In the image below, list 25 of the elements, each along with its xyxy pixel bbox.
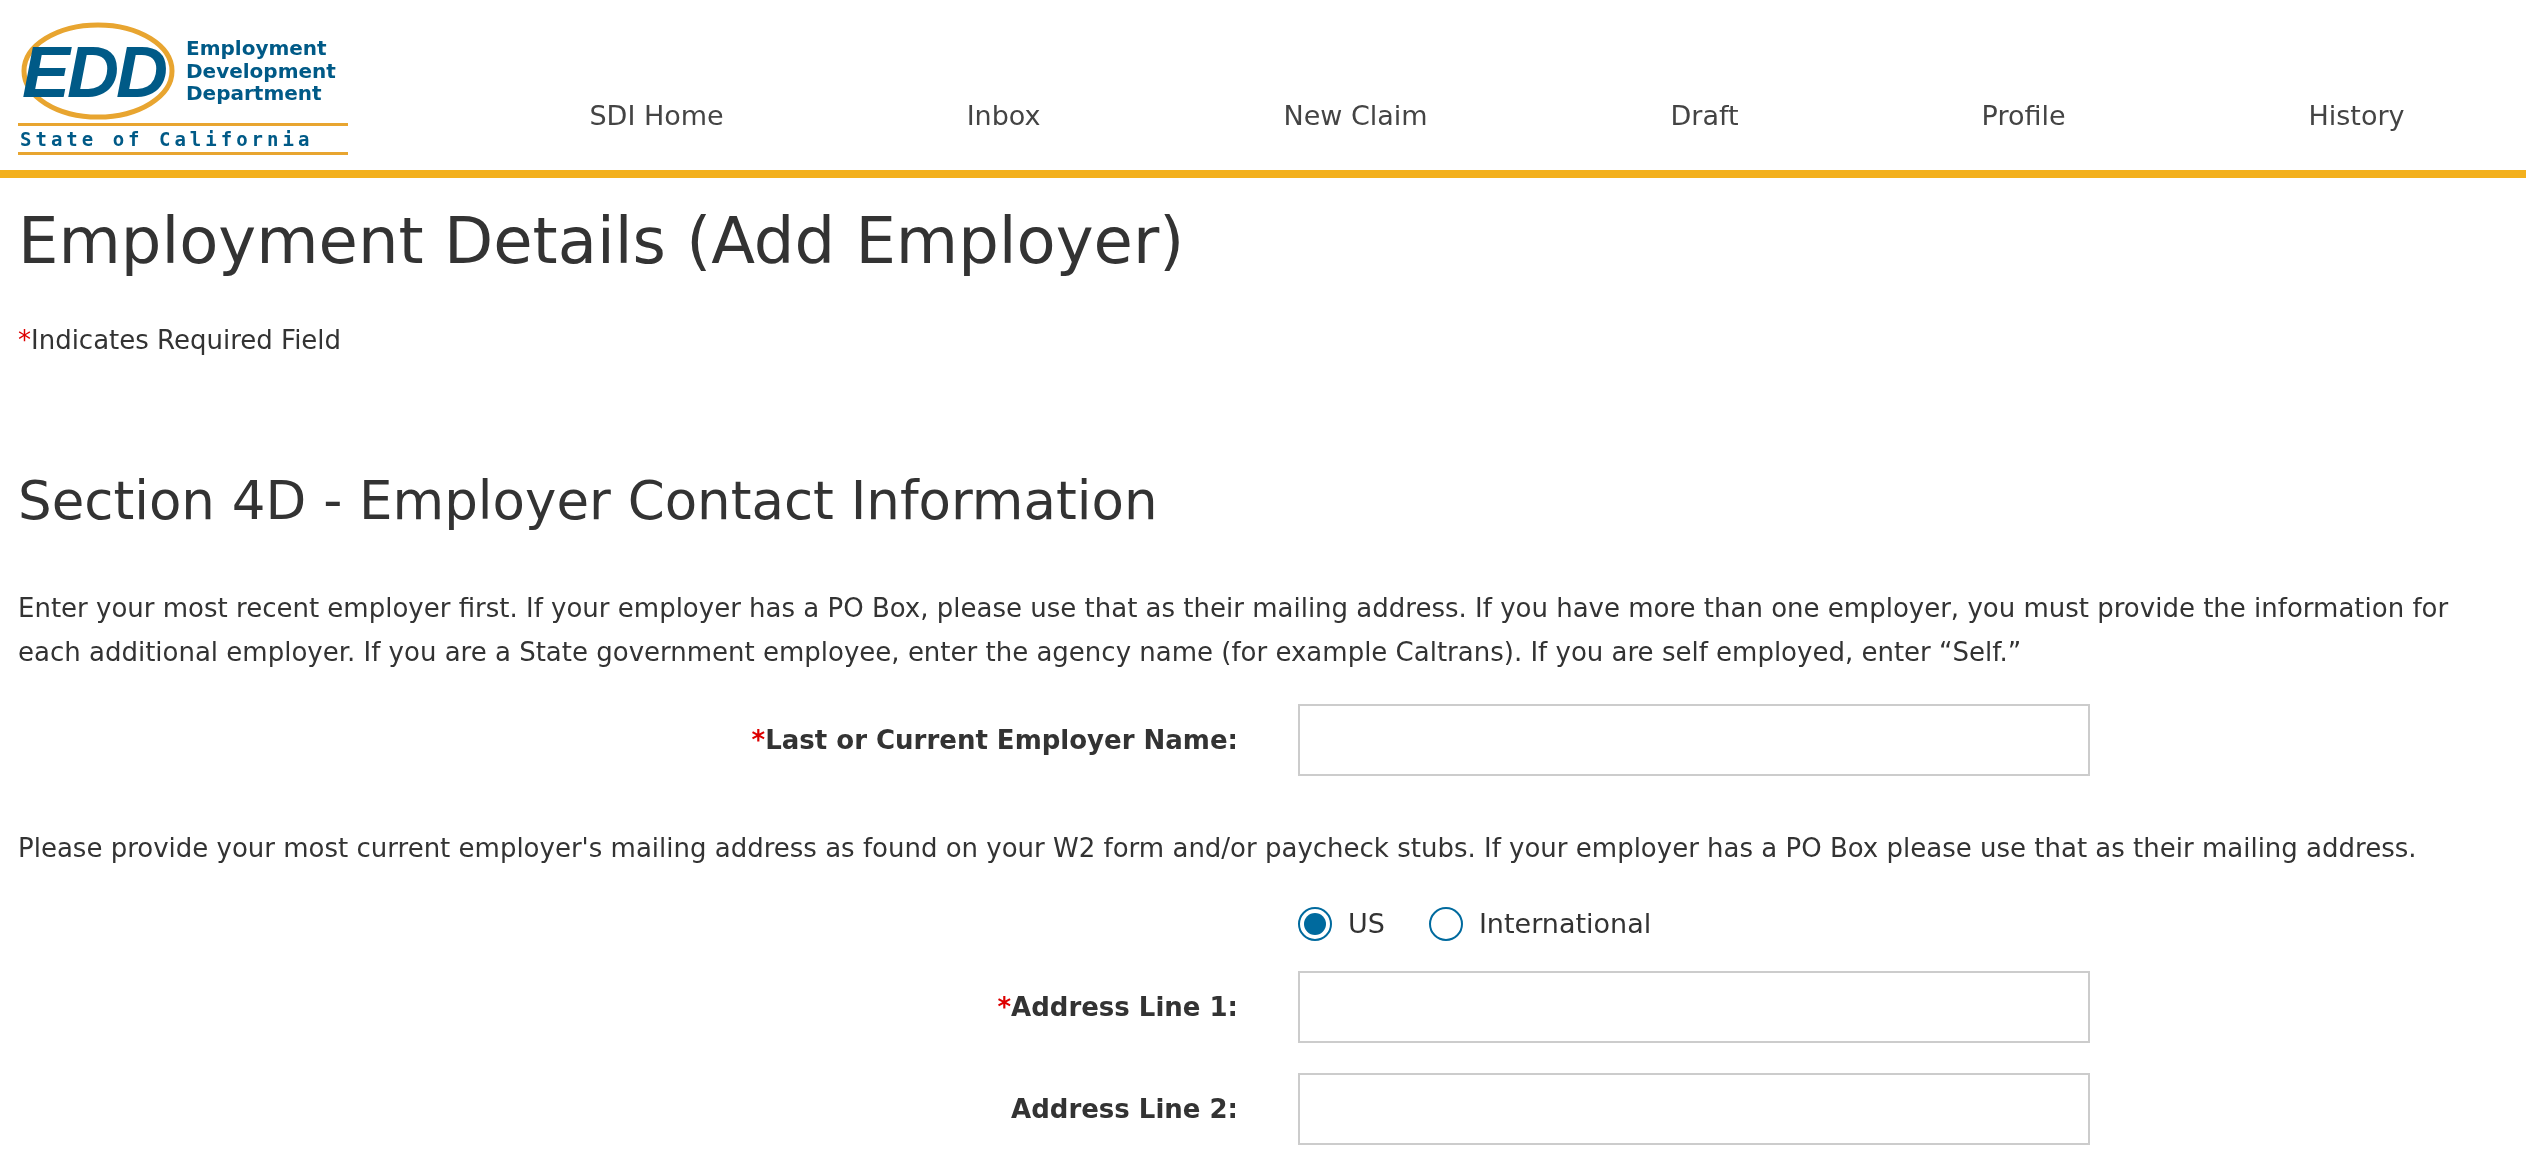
radio-button[interactable]: [1298, 906, 1332, 941]
page-title: Employment Details (Add Employer): [18, 203, 1186, 280]
radio-button[interactable]: [1428, 906, 1463, 941]
radio-label: International: [1478, 908, 1652, 940]
instruction-text: Enter your most recent employer first. If your employer has a PO Box, please use that as their mailing address. If you have more than one employer, you must provide the information for each additional employer. If you are a State government employee, enter the agency name (for example Caltrans). If you are self employed, enter “Self.”: [18, 592, 2450, 670]
nav-link[interactable]: SDI Home: [589, 99, 724, 131]
radio-label: US: [1348, 908, 1385, 940]
required-note: *Indicates Required Field: [18, 325, 343, 356]
nav-link[interactable]: Draft: [1670, 99, 1739, 131]
logo-name-line: Employment: [186, 37, 328, 60]
nav-link[interactable]: History: [2308, 99, 2405, 131]
text-input-field[interactable]: [1298, 970, 2090, 1043]
instruction-text: Please provide your most current employer's mailing address as found on your W2 form and/or paycheck stubs. If your employer has a PO Box please use that as their mailing address.: [18, 832, 2418, 866]
nav-link[interactable]: New Claim: [1283, 99, 1428, 131]
field-label: *Last or Current Employer Name:: [751, 725, 1238, 756]
text-input-field[interactable]: [1298, 704, 2090, 777]
field-label: *Address Line 1:: [997, 991, 1238, 1022]
logo-state-text: State of California: [18, 123, 348, 155]
logo-name-line: Department: [186, 82, 322, 105]
field-label: Address Line 2:: [1011, 1093, 1238, 1124]
nav-link[interactable]: Profile: [1981, 99, 2066, 131]
section-heading: Section 4D - Employer Contact Information: [18, 469, 1159, 534]
nav-link[interactable]: Inbox: [966, 99, 1041, 131]
logo-name-line: Development: [186, 59, 336, 83]
text-input-field[interactable]: [1298, 1072, 2090, 1145]
